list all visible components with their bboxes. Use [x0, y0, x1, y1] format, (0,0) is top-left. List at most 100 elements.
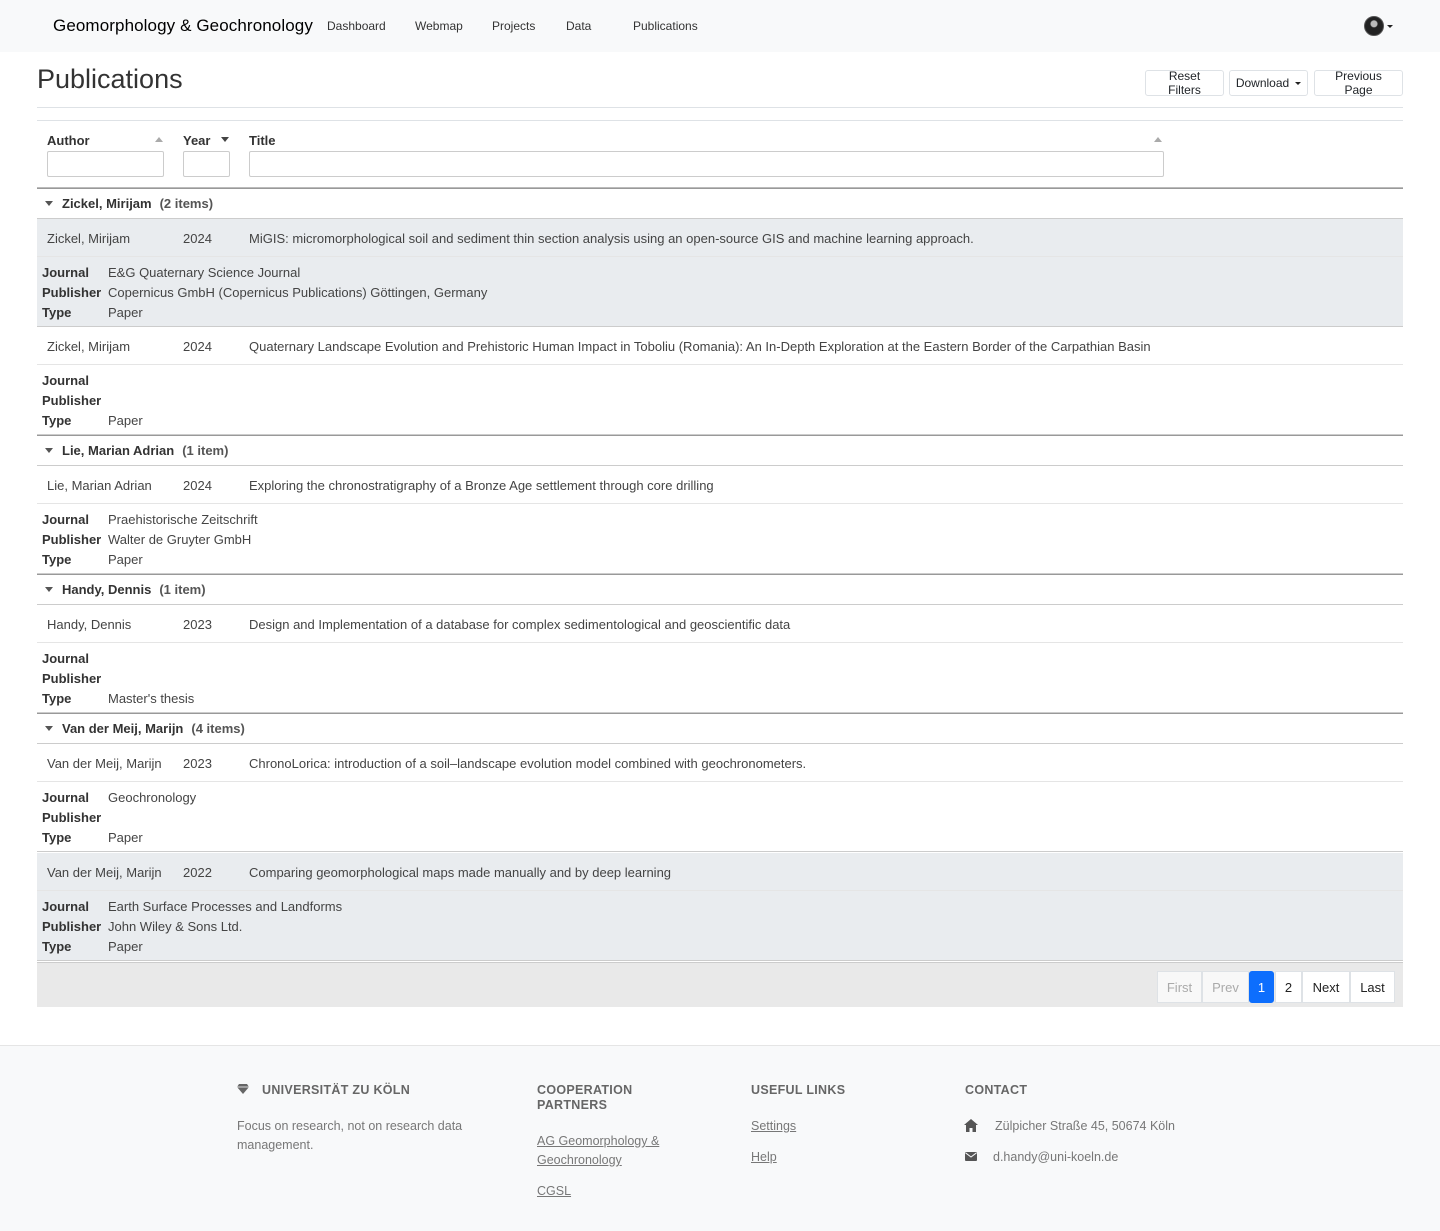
group-name: Van der Meij, Marijn — [62, 721, 184, 736]
group-header-zickel[interactable]: Zickel, Mirijam (2 items) — [37, 188, 1403, 219]
journal-value: E&G Quaternary Science Journal — [108, 265, 301, 280]
cell-year: 2022 — [183, 865, 212, 880]
pagination-last[interactable]: Last — [1350, 971, 1395, 1003]
partner-link-cgsl[interactable]: CGSL — [537, 1182, 571, 1201]
nav-data[interactable]: Data — [566, 19, 591, 33]
nav-dashboard[interactable]: Dashboard — [327, 19, 386, 33]
pagination-page-1[interactable]: 1 — [1249, 971, 1274, 1003]
journal-label: Journal — [42, 512, 89, 527]
footer-university: UNIVERSITÄT ZU KÖLN — [262, 1083, 411, 1097]
table-row[interactable]: Van der Meij, Marijn 2022 Comparing geom… — [37, 853, 1403, 891]
publisher-label: Publisher — [42, 532, 102, 547]
column-header-author[interactable]: Author — [47, 133, 90, 148]
group-count: (1 item) — [159, 582, 206, 597]
group-name: Zickel, Mirijam — [62, 196, 152, 211]
chevron-down-icon — [45, 448, 53, 453]
gem-icon — [237, 1084, 249, 1094]
previous-page-button[interactable]: Previous Page — [1314, 69, 1403, 97]
envelope-icon — [965, 1152, 977, 1161]
footer-useful-heading: USEFUL LINKS — [751, 1083, 846, 1097]
pagination-next[interactable]: Next — [1302, 971, 1350, 1003]
settings-link[interactable]: Settings — [751, 1117, 796, 1136]
sort-asc-icon[interactable] — [155, 137, 163, 142]
chevron-down-icon — [1295, 81, 1302, 85]
year-filter-input[interactable] — [183, 151, 230, 177]
sort-desc-icon[interactable] — [221, 137, 229, 142]
column-header-year[interactable]: Year — [183, 133, 210, 148]
pagination-prev[interactable]: Prev — [1202, 971, 1249, 1003]
footer — [0, 1045, 1440, 1231]
publisher-value: Walter de Gruyter GmbH — [108, 532, 252, 547]
group-name: Lie, Marian Adrian — [62, 443, 175, 458]
cell-title: ChronoLorica: introduction of a soil–lan… — [249, 756, 807, 771]
pagination-first[interactable]: First — [1157, 971, 1202, 1003]
chevron-down-icon — [1387, 24, 1393, 28]
table-row[interactable]: Lie, Marian Adrian 2024 Exploring the ch… — [37, 466, 1403, 504]
cell-year: 2023 — [183, 756, 212, 771]
chevron-down-icon — [45, 726, 53, 731]
help-link[interactable]: Help — [751, 1148, 777, 1167]
cell-year: 2024 — [183, 339, 212, 354]
page-title: Publications — [37, 64, 183, 94]
row-detail: Journal E&G Quaternary Science Journal P… — [37, 257, 1403, 327]
cell-title: Comparing geomorphological maps made man… — [249, 865, 672, 880]
cell-author: Lie, Marian Adrian — [47, 478, 152, 493]
table-row[interactable]: Zickel, Mirijam 2024 MiGIS: micromorphol… — [37, 219, 1403, 257]
partner-link-ag-geomorphology[interactable]: AG Geomorphology & Geochronology — [537, 1132, 677, 1170]
group-count: (1 item) — [182, 443, 229, 458]
table-row[interactable]: Van der Meij, Marijn 2023 ChronoLorica: … — [37, 744, 1403, 782]
footer-email[interactable]: d.handy@uni-koeln.de — [993, 1148, 1118, 1167]
journal-label: Journal — [42, 899, 89, 914]
cell-title: Exploring the chronostratigraphy of a Br… — [249, 478, 714, 493]
group-header-lie[interactable]: Lie, Marian Adrian (1 item) — [37, 435, 1403, 466]
group-count: (2 items) — [159, 196, 214, 211]
author-filter-input[interactable] — [47, 151, 164, 177]
journal-value: Geochronology — [108, 790, 197, 805]
pagination-page-2[interactable]: 2 — [1275, 971, 1302, 1003]
type-label: Type — [42, 305, 72, 320]
journal-label: Journal — [42, 373, 89, 388]
type-label: Type — [42, 413, 72, 428]
journal-label: Journal — [42, 265, 89, 280]
type-value: Paper — [108, 305, 143, 320]
cell-year: 2024 — [183, 231, 212, 246]
title-filter-input[interactable] — [249, 151, 1164, 177]
type-value: Paper — [108, 939, 143, 954]
row-detail: Journal Publisher Type Paper — [37, 365, 1403, 435]
cell-year: 2023 — [183, 617, 212, 632]
type-value: Paper — [108, 413, 143, 428]
type-value: Master's thesis — [108, 691, 195, 706]
publisher-label: Publisher — [42, 285, 102, 300]
footer-tagline: Focus on research, not on research data … — [237, 1119, 463, 1152]
sort-asc-icon[interactable] — [1154, 137, 1162, 142]
row-detail: Journal Publisher Type Master's thesis — [37, 643, 1403, 713]
nav-projects[interactable]: Projects — [492, 19, 535, 33]
cell-author: Van der Meij, Marijn — [47, 865, 162, 880]
publisher-label: Publisher — [42, 671, 102, 686]
chevron-down-icon — [45, 587, 53, 592]
cell-title: Quaternary Landscape Evolution and Prehi… — [249, 339, 1151, 354]
table-row[interactable]: Handy, Dennis 2023 Design and Implementa… — [37, 605, 1403, 643]
group-name: Handy, Dennis — [62, 582, 152, 597]
cell-author: Handy, Dennis — [47, 617, 132, 632]
publisher-value: Copernicus GmbH (Copernicus Publications… — [108, 285, 488, 300]
type-label: Type — [42, 830, 72, 845]
publisher-label: Publisher — [42, 810, 102, 825]
publisher-label: Publisher — [42, 919, 102, 934]
type-value: Paper — [108, 830, 143, 845]
brand-link[interactable]: Geomorphology & Geochronology — [53, 16, 313, 36]
chevron-down-icon — [45, 201, 53, 206]
footer-contact-heading: CONTACT — [965, 1083, 1028, 1097]
type-label: Type — [42, 691, 72, 706]
column-header-title[interactable]: Title — [249, 133, 276, 148]
download-label: Download — [1235, 76, 1290, 90]
user-menu-toggle[interactable] — [1364, 16, 1393, 36]
group-header-vandermeij[interactable]: Van der Meij, Marijn (4 items) — [37, 713, 1403, 744]
download-dropdown-button[interactable]: Download — [1229, 70, 1308, 96]
reset-filters-button[interactable]: Reset Filters — [1145, 69, 1224, 97]
nav-webmap[interactable]: Webmap — [415, 19, 463, 33]
nav-publications[interactable]: Publications — [633, 19, 698, 33]
footer-cooperation-heading: COOPERATION PARTNERS — [537, 1083, 633, 1112]
table-row[interactable]: Zickel, Mirijam 2024 Quaternary Landscap… — [37, 327, 1403, 365]
group-header-handy[interactable]: Handy, Dennis (1 item) — [37, 574, 1403, 605]
